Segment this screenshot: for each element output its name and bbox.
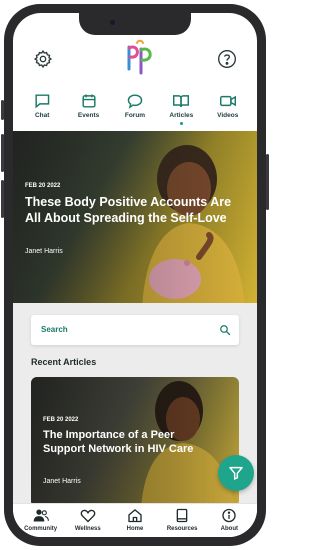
settings-button[interactable] xyxy=(31,47,55,71)
featured-article-author: Janet Harris xyxy=(25,248,63,255)
chat-bubble-icon xyxy=(35,94,50,109)
nav-resources[interactable]: Resources xyxy=(160,508,204,537)
nav-community-label: Community xyxy=(24,526,58,532)
power-button xyxy=(266,154,269,210)
nav-wellness[interactable]: Wellness xyxy=(66,508,110,537)
article-card-title[interactable]: The Importance of a Peer Support Network… xyxy=(43,429,203,456)
active-tab-indicator xyxy=(179,122,183,125)
home-icon xyxy=(128,509,142,523)
nav-community[interactable]: Community xyxy=(19,508,63,537)
nav-home-label: Home xyxy=(126,526,144,532)
book-icon xyxy=(176,508,188,523)
volume-down-button xyxy=(1,180,4,218)
app-screen: Chat Events Forum Articles Videos FEB 20… xyxy=(13,13,257,537)
tab-chat-label: Chat xyxy=(34,112,50,119)
phone-frame: Chat Events Forum Articles Videos FEB 20… xyxy=(1,4,269,546)
featured-article-title[interactable]: These Body Positive Accounts Are All Abo… xyxy=(25,195,247,226)
bottom-navigation: Community Wellness Home Resources About xyxy=(13,503,257,537)
nav-about[interactable]: About xyxy=(207,508,251,537)
tab-events[interactable]: Events xyxy=(69,93,109,127)
forum-icon xyxy=(127,94,143,109)
tab-chat[interactable]: Chat xyxy=(22,93,62,127)
mute-switch xyxy=(1,100,4,120)
calendar-icon xyxy=(82,94,96,108)
article-card-author: Janet Harris xyxy=(43,478,81,485)
filter-button[interactable] xyxy=(218,455,254,491)
search-input[interactable]: Search xyxy=(31,315,239,345)
camera xyxy=(110,20,115,25)
nav-about-label: About xyxy=(220,526,238,532)
question-mark-icon xyxy=(218,50,236,68)
tab-events-label: Events xyxy=(77,112,100,119)
featured-article[interactable]: FEB 20 2022 These Body Positive Accounts… xyxy=(13,131,257,303)
notch xyxy=(79,13,191,35)
filter-icon xyxy=(229,466,243,480)
tab-forum-label: Forum xyxy=(124,112,146,119)
article-card-date: FEB 20 2022 xyxy=(43,417,79,423)
search-icon[interactable] xyxy=(219,324,231,336)
tab-videos-label: Videos xyxy=(217,112,239,119)
open-book-icon xyxy=(173,95,190,107)
gear-icon xyxy=(33,49,53,69)
volume-up-button xyxy=(1,134,4,172)
article-card[interactable]: FEB 20 2022 The Importance of a Peer Sup… xyxy=(31,377,239,507)
video-camera-icon xyxy=(219,95,236,107)
heart-icon xyxy=(80,509,96,523)
people-icon xyxy=(33,509,49,522)
search-placeholder: Search xyxy=(41,325,68,334)
pp-logo xyxy=(127,39,152,75)
tab-forum[interactable]: Forum xyxy=(115,93,155,127)
nav-resources-label: Resources xyxy=(166,526,198,532)
recent-articles-heading: Recent Articles xyxy=(31,357,97,367)
tab-articles[interactable]: Articles xyxy=(161,93,201,127)
tab-videos[interactable]: Videos xyxy=(208,93,248,127)
info-icon xyxy=(222,508,237,523)
help-button[interactable] xyxy=(215,47,239,71)
tab-articles-label: Articles xyxy=(169,112,194,119)
nav-home[interactable]: Home xyxy=(113,508,157,537)
app-logo xyxy=(123,39,157,79)
nav-wellness-label: Wellness xyxy=(74,526,101,532)
top-tab-bar: Chat Events Forum Articles Videos xyxy=(13,93,257,127)
featured-article-date: FEB 20 2022 xyxy=(25,183,61,189)
